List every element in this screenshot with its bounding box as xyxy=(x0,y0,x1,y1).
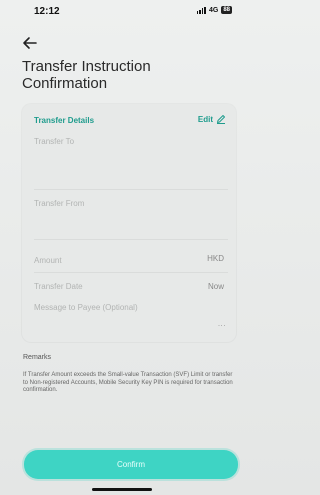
amount-label: Amount xyxy=(34,256,62,265)
confirm-button[interactable]: Confirm xyxy=(24,450,238,479)
remarks-title: Remarks xyxy=(23,354,52,361)
network-label: 4G xyxy=(208,6,219,14)
remarks-text: If Transfer Amount exceeds the Small-val… xyxy=(23,372,233,393)
status-time: 12:12 xyxy=(34,6,60,17)
signal-icon xyxy=(196,6,206,14)
page-title: Transfer Instruction Confirmation xyxy=(22,58,151,92)
back-arrow-icon[interactable] xyxy=(22,35,38,51)
home-indicator xyxy=(92,488,152,491)
transfer-details-card: Transfer Details Edit Transfer To Transf… xyxy=(22,104,236,342)
transfer-date-value: Now xyxy=(207,282,224,291)
divider xyxy=(34,239,228,240)
battery-icon: 88 xyxy=(221,6,232,14)
edit-label: Edit xyxy=(197,114,213,124)
pencil-icon xyxy=(217,115,225,124)
transfer-to-label: Transfer To xyxy=(34,137,75,146)
status-bar: 12:12 4G 88 xyxy=(0,0,244,22)
confirm-label: Confirm xyxy=(116,460,145,469)
divider xyxy=(34,189,228,190)
status-indicators: 4G 88 xyxy=(196,6,232,14)
edit-button[interactable]: Edit xyxy=(198,114,226,124)
divider xyxy=(34,272,228,273)
transfer-date-label: Transfer Date xyxy=(34,282,83,291)
message-label: Message to Payee (Optional) xyxy=(34,303,138,312)
message-value: ... xyxy=(217,319,226,328)
amount-currency: HKD xyxy=(207,254,224,263)
transfer-details-label: Transfer Details xyxy=(34,116,95,125)
transfer-from-label: Transfer From xyxy=(34,199,85,208)
